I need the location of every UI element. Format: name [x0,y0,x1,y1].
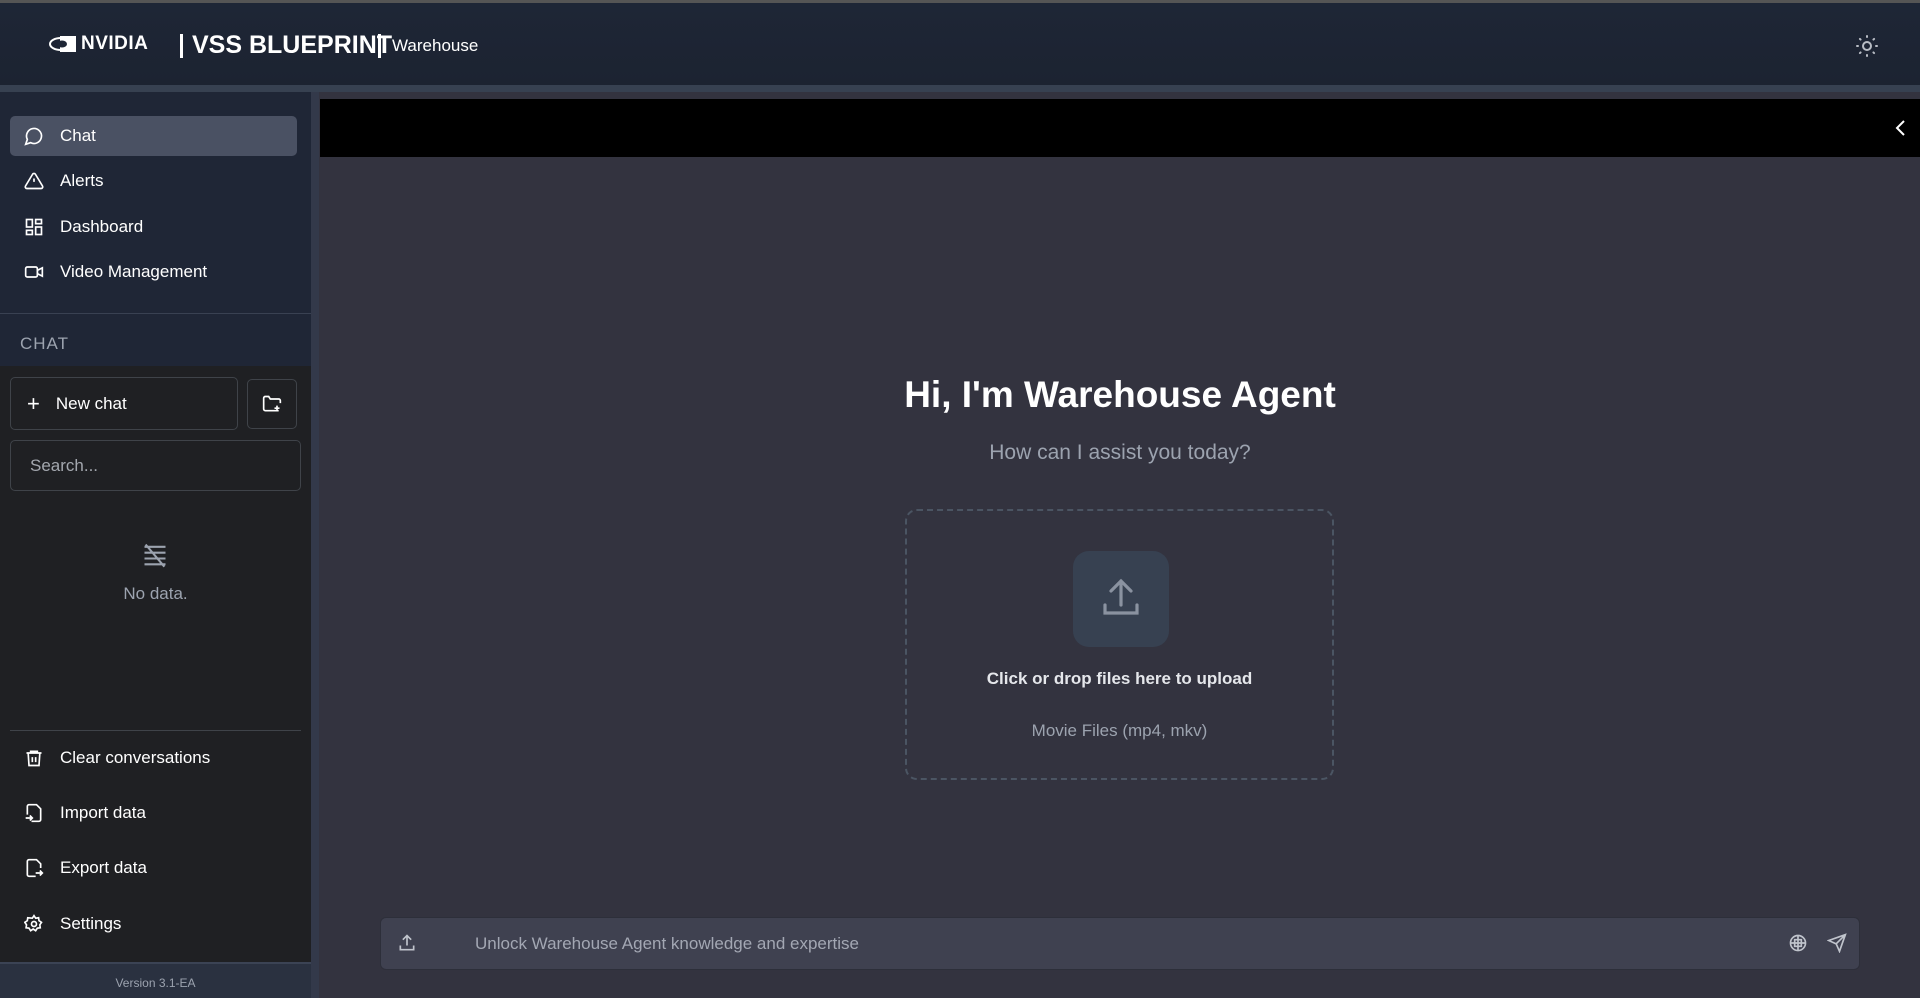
chat-icon [24,126,44,146]
separator [180,34,183,58]
upload-icon-box [1073,551,1169,647]
folder-plus-icon [262,394,282,414]
new-chat-label: New chat [56,394,127,414]
attach-upload-icon[interactable] [397,933,417,953]
header-divider [0,85,1920,92]
sidebar-item-dashboard[interactable]: Dashboard [10,207,297,247]
empty-state-text: No data. [0,584,311,604]
sidebar-item-alerts[interactable]: Alerts [10,161,297,201]
plus-icon: + [27,393,40,415]
video-icon [24,262,44,282]
trash-icon [24,748,44,768]
action-label: Import data [60,803,146,823]
upload-hint: Movie Files (mp4, mkv) [907,721,1332,741]
app-title: VSS BLUEPRINT [192,31,392,60]
chat-input[interactable] [475,918,1725,969]
new-folder-button[interactable] [247,379,297,429]
alert-triangle-icon [24,171,44,191]
sun-icon[interactable] [1855,34,1879,58]
sidebar-item-video-management[interactable]: Video Management [10,252,297,292]
settings-button[interactable]: Settings [24,914,121,934]
clear-conversations-button[interactable]: Clear conversations [24,748,210,768]
nvidia-logo-text: NVIDIA [81,33,148,55]
sidebar-item-chat[interactable]: Chat [10,116,297,156]
top-bar [320,99,1920,157]
chevron-left-icon[interactable] [1893,117,1909,139]
brain-icon[interactable] [1788,933,1808,953]
separator [378,34,381,58]
file-dropzone[interactable]: Click or drop files here to upload Movie… [905,509,1334,780]
chat-input-bar [380,917,1860,970]
sidebar-nav: Chat Alerts Dashboard Video Management [0,92,311,313]
nvidia-eye-icon [49,35,77,53]
nvidia-logo: NVIDIA [49,33,148,55]
export-data-button[interactable]: Export data [24,858,147,878]
file-export-icon [24,858,44,878]
app-subtitle: Warehouse [392,36,478,56]
sidebar-resize-handle[interactable] [311,92,319,998]
action-label: Clear conversations [60,748,210,768]
search-input[interactable] [10,440,301,491]
sidebar-item-label: Chat [60,126,96,146]
gear-icon [24,914,44,934]
chat-section-title: CHAT [0,313,311,366]
no-data-icon [141,541,169,569]
welcome-subtitle: How can I assist you today? [320,441,1920,465]
upload-text: Click or drop files here to upload [907,669,1332,689]
app-header: NVIDIA VSS BLUEPRINT Warehouse [0,0,1920,85]
dashboard-icon [24,217,44,237]
action-label: Settings [60,914,121,934]
action-label: Export data [60,858,147,878]
sidebar-item-label: Alerts [60,171,103,191]
sidebar: Chat Alerts Dashboard Video Management C… [0,92,311,998]
version-label: Version 3.1-EA [0,962,311,998]
import-data-button[interactable]: Import data [24,803,146,823]
divider [10,730,301,731]
welcome-title: Hi, I'm Warehouse Agent [320,374,1920,416]
file-import-icon [24,803,44,823]
sidebar-item-label: Dashboard [60,217,143,237]
sidebar-item-label: Video Management [60,262,207,282]
new-chat-button[interactable]: + New chat [10,377,238,430]
upload-icon [1097,575,1145,623]
send-icon[interactable] [1827,933,1847,953]
